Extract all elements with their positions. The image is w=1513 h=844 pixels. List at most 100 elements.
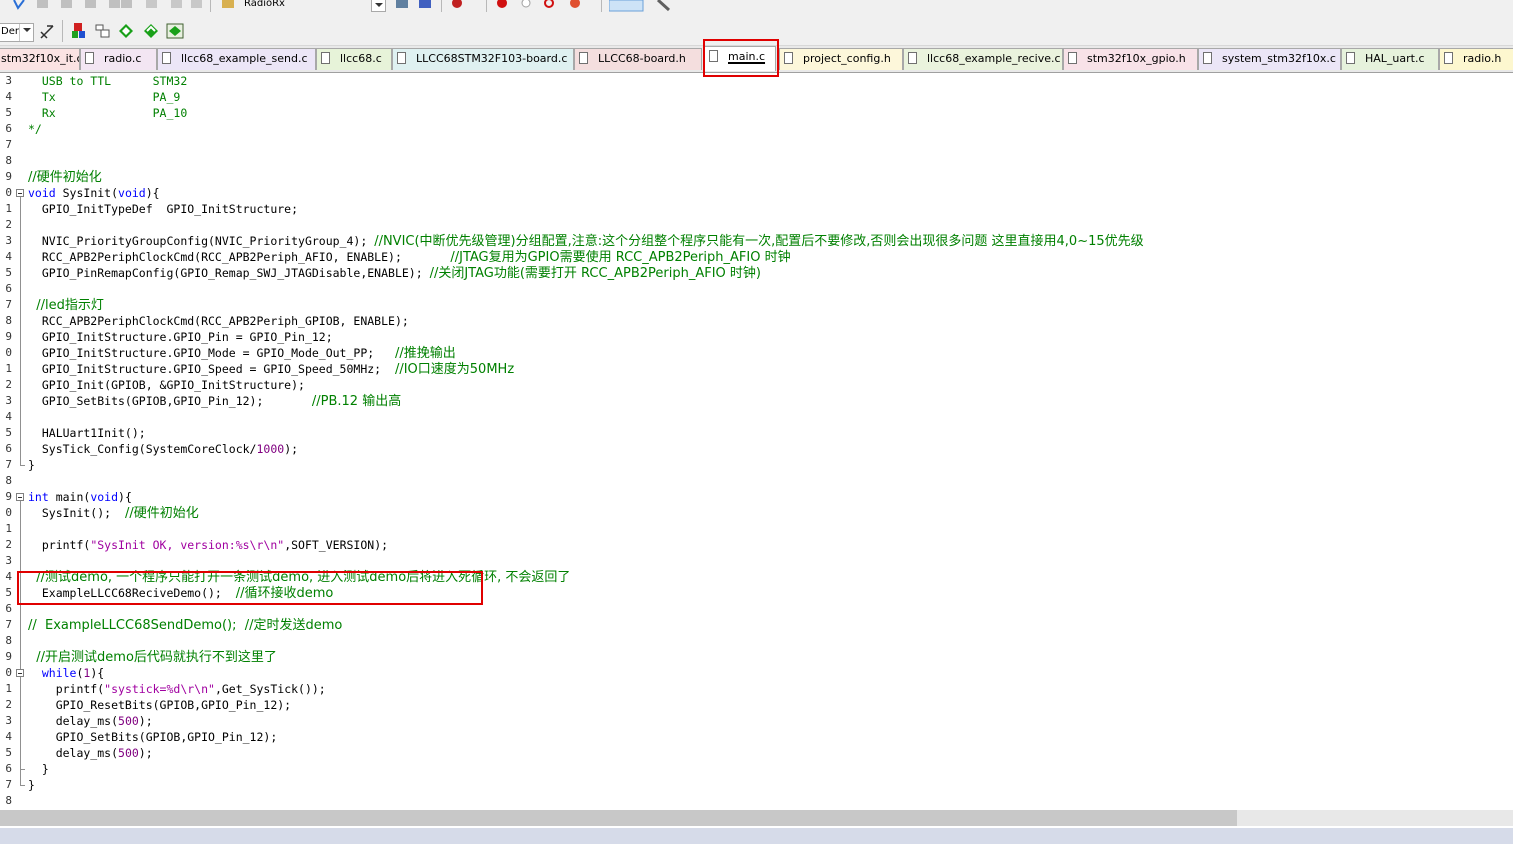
code-token: "systick=%d\r\n" (104, 682, 215, 696)
code-line: GPIO_Init(GPIOB, &GPIO_InitStructure); (28, 377, 305, 393)
run-time-env-icon[interactable] (166, 23, 184, 39)
code-line: Tx PA_9 (28, 89, 180, 105)
options-icon[interactable] (395, 0, 409, 10)
line-number-gutter: 3 4 5 6 7 8 9 0 1 2 3 4 5 6 7 8 9 0 1 2 3 4 5 6 7 8 9 0 1 2 3 4 5 6 7 8 9 0 1 2… (0, 73, 28, 810)
chevron-down-icon[interactable] (371, 0, 386, 12)
tab-stm32f10x-it-c[interactable]: stm32f10x_it.c (0, 48, 80, 70)
target-options-icon[interactable] (221, 0, 235, 10)
line-number: 9 (5, 650, 12, 663)
pack-update-icon[interactable] (143, 23, 159, 39)
fold-toggle-icon[interactable] (16, 189, 24, 197)
line-number: 1 (5, 522, 12, 535)
line-number: 4 (5, 410, 12, 423)
code-editor[interactable]: USB to TTL STM32 Tx PA_9 Rx PA_10 */ //硬件初… (28, 73, 1513, 810)
tab-hal-uart-c[interactable]: HAL_uart.c (1341, 48, 1439, 70)
erase-icon[interactable] (145, 0, 159, 10)
open-combo[interactable]: Den (0, 23, 34, 42)
code-token: while (41, 666, 77, 680)
debug-icon[interactable] (450, 0, 468, 10)
window-layout-icon[interactable] (609, 0, 645, 12)
line-number: 3 (5, 74, 12, 87)
code-token: RCC_APB2PeriphClockCmd(RCC_APB2Periph_AF… (28, 250, 451, 264)
code-token: // ExampleLLCC68SendDemo(); //定时发送demo (28, 618, 343, 633)
code-token: void (28, 186, 56, 200)
tab-llcc68-example-recive-c[interactable]: llcc68_example_recive.c (903, 48, 1063, 70)
code-token: //IO口速度为50MHz (394, 362, 515, 377)
code-token: NVIC_PriorityGroupConfig(NVIC_PriorityGr… (28, 234, 375, 248)
h-file-icon (579, 52, 588, 64)
tab-radio-h[interactable]: radio.h (1439, 48, 1513, 70)
line-number: 0 (5, 506, 12, 519)
code-token: void (118, 186, 146, 200)
code-token: USB to TTL STM32 (28, 74, 188, 88)
line-number: 1 (5, 362, 12, 375)
translate-icon[interactable] (12, 0, 26, 10)
status-bar (0, 828, 1513, 844)
code-token: } (28, 778, 35, 792)
code-line: } (28, 761, 49, 777)
line-number: 4 (5, 250, 12, 263)
tab-llcc68stm32f103-board-c[interactable]: LLCC68STM32F103-board.c (392, 48, 574, 70)
code-token: ){ (145, 186, 160, 200)
c-file-icon (85, 52, 94, 64)
line-number: 0 (5, 346, 12, 359)
select-packs-icon[interactable] (95, 23, 111, 39)
c-file-icon (908, 52, 917, 64)
chevron-down-icon[interactable] (19, 24, 33, 41)
tab-radio-c[interactable]: radio.c (80, 48, 157, 70)
code-token: GPIO_PinRemapConfig(GPIO_Remap_SWJ_JTAGD… (28, 266, 430, 280)
breakpoint-icon[interactable] (497, 0, 507, 10)
tab-llcc68-c[interactable]: llcc68.c (316, 48, 392, 70)
line-number: 0 (5, 666, 12, 679)
manage-components-icon[interactable] (71, 22, 87, 40)
h-file-icon (784, 52, 793, 64)
line-number: 5 (5, 266, 12, 279)
code-line: GPIO_InitStructure.GPIO_Pin = GPIO_Pin_1… (28, 329, 333, 345)
file-extensions-icon[interactable] (418, 0, 432, 10)
rebuild-icon[interactable] (60, 0, 74, 10)
pack-installer-icon[interactable] (118, 23, 134, 39)
kill-breakpoints-icon[interactable] (543, 0, 557, 10)
code-token: GPIO_InitStructure.GPIO_Pin = GPIO_Pin_1… (28, 330, 333, 344)
indent-icon[interactable] (170, 0, 184, 10)
target-select[interactable]: RadioRx (240, 0, 386, 12)
tab-llcc68-board-h[interactable]: LLCC68-board.h (574, 48, 702, 70)
config-icon[interactable] (568, 0, 594, 10)
code-line: SysInit(); //硬件初始化 (28, 505, 199, 521)
tab-system-stm32f10x-c[interactable]: system_stm32f10x.c (1198, 48, 1341, 70)
code-token: ); (284, 442, 299, 456)
line-number: 7 (5, 458, 12, 471)
code-line: HALUart1Init(); (28, 425, 146, 441)
wrench-icon[interactable] (655, 0, 673, 12)
tab-project-config-h[interactable]: project_config.h (779, 48, 903, 70)
code-line: Rx PA_10 (28, 105, 187, 121)
scrollbar-thumb[interactable] (0, 810, 1237, 826)
unindent-icon[interactable] (190, 0, 204, 10)
code-highlight-box (17, 571, 483, 605)
line-number: 9 (5, 330, 12, 343)
fold-toggle-icon[interactable] (16, 493, 24, 501)
build-icon[interactable] (36, 0, 50, 10)
code-line: GPIO_InitStructure.GPIO_Mode = GPIO_Mode… (28, 345, 456, 361)
disable-breakpoint-icon[interactable] (521, 0, 531, 10)
line-number: 6 (5, 762, 12, 775)
download-icon[interactable] (120, 0, 134, 10)
batch-build-icon[interactable] (84, 0, 98, 10)
find-in-files-icon[interactable] (39, 24, 55, 40)
tab-llcc68-example-send-c[interactable]: llcc68_example_send.c (157, 48, 316, 70)
code-line: SysTick_Config(SystemCoreClock/1000); (28, 441, 298, 457)
code-line: int main(void){ (28, 489, 132, 505)
fold-guide (20, 197, 21, 465)
line-number: 2 (5, 538, 12, 551)
fold-toggle-icon[interactable] (16, 669, 24, 677)
c-file-icon (162, 52, 171, 64)
code-token: ){ (90, 666, 105, 680)
horizontal-scrollbar[interactable] (0, 810, 1513, 826)
code-token: ); (138, 746, 153, 760)
tab-stm32f10x-gpio-h[interactable]: stm32f10x_gpio.h (1063, 48, 1198, 70)
line-number: 2 (5, 218, 12, 231)
code-token: ,Get_SysTick()); (214, 682, 326, 696)
line-number: 3 (5, 234, 12, 247)
code-line: GPIO_InitTypeDef GPIO_InitStructure; (28, 201, 298, 217)
